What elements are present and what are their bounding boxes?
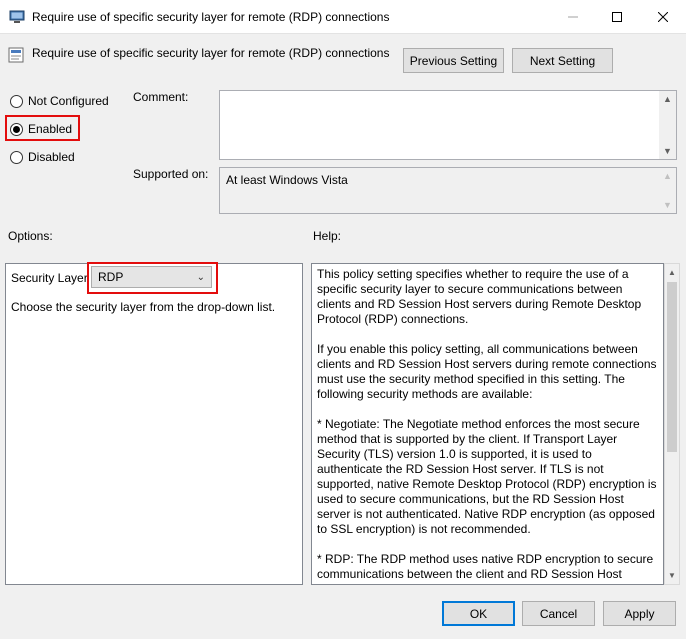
cancel-button[interactable]: Cancel	[522, 601, 595, 626]
comment-value	[220, 91, 676, 99]
previous-setting-button[interactable]: Previous Setting	[403, 48, 504, 73]
scroll-up-icon[interactable]: ▲	[668, 268, 676, 277]
maximize-icon	[612, 12, 622, 22]
help-paragraph: * RDP: The RDP method uses native RDP en…	[317, 552, 654, 584]
radio-enabled[interactable]: Enabled	[10, 122, 72, 136]
policy-title: Require use of specific security layer f…	[32, 46, 390, 60]
radio-circle[interactable]	[10, 122, 23, 136]
help-panel: This policy setting specifies whether to…	[311, 263, 664, 585]
policy-app-icon	[9, 10, 25, 23]
options-label: Options:	[8, 229, 53, 243]
supported-on-field: At least Windows Vista ▲ ▼	[219, 167, 677, 214]
help-label: Help:	[313, 229, 342, 243]
minimize-icon	[568, 16, 578, 18]
radio-circle[interactable]	[10, 150, 23, 164]
comment-textarea[interactable]: ▲ ▼	[219, 90, 677, 160]
radio-label: Enabled	[28, 122, 73, 136]
help-paragraph: * Negotiate: The Negotiate method enforc…	[317, 417, 660, 536]
window-title: Require use of specific security layer f…	[32, 10, 390, 24]
radio-label: Not Configured	[28, 94, 109, 108]
scroll-up-icon[interactable]: ▲	[663, 94, 672, 104]
scroll-thumb[interactable]	[667, 282, 677, 452]
apply-button[interactable]: Apply	[603, 601, 676, 626]
help-paragraph: This policy setting specifies whether to…	[317, 267, 645, 326]
security-layer-dropdown[interactable]: RDP ⌄	[91, 266, 212, 288]
title-bar: Require use of specific security layer f…	[0, 0, 686, 34]
help-content: This policy setting specifies whether to…	[312, 264, 663, 584]
security-layer-value: RDP	[98, 270, 124, 284]
radio-disabled[interactable]: Disabled	[10, 150, 75, 164]
supported-scrollbar[interactable]: ▲ ▼	[659, 168, 676, 213]
comment-scrollbar[interactable]: ▲ ▼	[659, 91, 676, 159]
scroll-down-icon[interactable]: ▼	[663, 146, 672, 156]
comment-label: Comment:	[133, 90, 189, 104]
chevron-down-icon: ⌄	[196, 271, 205, 283]
close-icon	[658, 12, 668, 22]
help-scrollbar[interactable]: ▲ ▼	[664, 263, 680, 585]
radio-circle[interactable]	[10, 94, 23, 108]
radio-not-configured[interactable]: Not Configured	[10, 94, 109, 108]
security-layer-label: Security Layer	[11, 271, 88, 285]
radio-label: Disabled	[28, 150, 75, 164]
close-button[interactable]	[640, 0, 686, 34]
maximize-button[interactable]	[594, 0, 640, 34]
policy-setting-icon	[8, 47, 24, 63]
supported-on-label: Supported on:	[133, 167, 209, 181]
scroll-down-icon[interactable]: ▼	[668, 571, 676, 580]
security-layer-instruction: Choose the security layer from the drop-…	[11, 300, 276, 314]
help-paragraph: If you enable this policy setting, all c…	[317, 342, 660, 401]
scroll-up-icon[interactable]: ▲	[663, 171, 672, 181]
ok-button[interactable]: OK	[442, 601, 515, 626]
supported-on-value: At least Windows Vista	[226, 173, 348, 187]
minimize-button[interactable]	[550, 0, 596, 34]
scroll-down-icon[interactable]: ▼	[663, 200, 672, 210]
next-setting-button[interactable]: Next Setting	[512, 48, 613, 73]
